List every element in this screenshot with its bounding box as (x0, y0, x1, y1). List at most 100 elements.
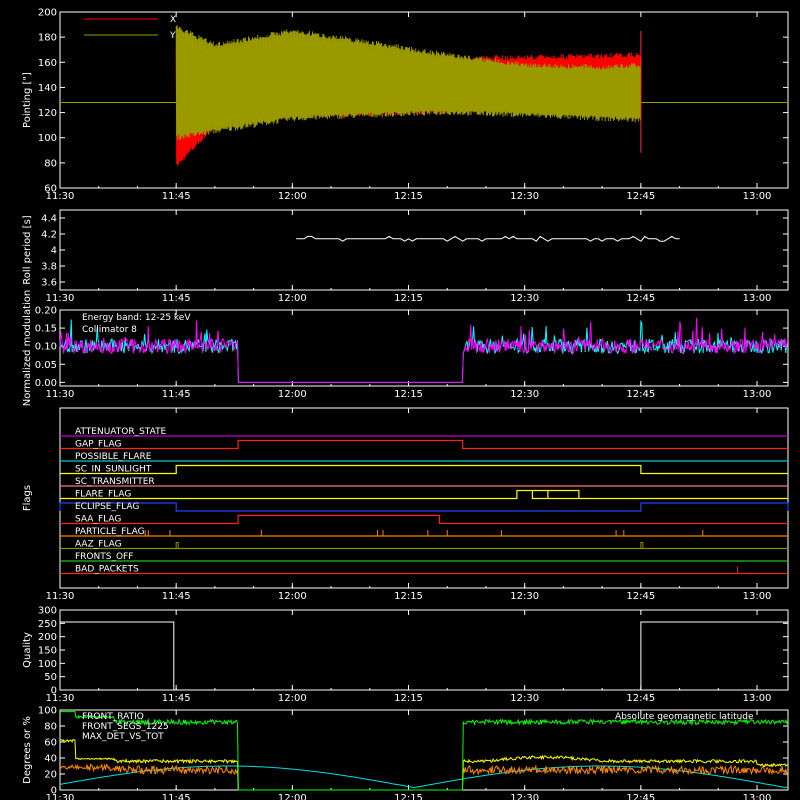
summary-plot: 11:30 11:45 12:00 12:15 12:30 12:45 13:00 60 80 1… (22, 8, 789, 800)
y-tick-label: 140 (38, 83, 57, 94)
x-tick-label: 11:45 (162, 389, 191, 400)
y-tick-label: 0.20 (35, 306, 57, 317)
flag-label-sc-transmitter: SC_TRANSMITTER (75, 477, 155, 487)
y-tick-label: 200 (38, 632, 57, 643)
x-tick-label: 11:45 (162, 591, 191, 602)
y-tick-label: 20 (44, 770, 57, 781)
x-tick-label: 12:15 (394, 591, 423, 602)
x-tick-label: 12:15 (394, 389, 423, 400)
x-tick-label: 13:00 (743, 693, 772, 704)
x-tick-label: 13:00 (743, 191, 772, 202)
x-tick-label: 12:30 (510, 591, 539, 602)
x-tick-label: 11:45 (162, 693, 191, 704)
series-y-line (175, 25, 642, 140)
x-tick-label: 12:45 (626, 191, 655, 202)
y-tick-label: 4.4 (41, 214, 57, 225)
x-tick-label: 12:45 (626, 591, 655, 602)
x-tick-label: 12:30 (510, 191, 539, 202)
x-tick-label: 13:00 (743, 591, 772, 602)
flag-label-gap-flag: GAP_FLAG (75, 440, 121, 450)
x-tick-label: 12:00 (278, 191, 307, 202)
flag-label-bad-packets: BAD_PACKETS (75, 565, 139, 575)
y-tick-label: 250 (38, 619, 57, 630)
x-tick-label: 12:45 (626, 693, 655, 704)
y-tick-label: 80 (44, 722, 57, 733)
flag-line-sc-in-sunlight (60, 464, 788, 475)
x-tick-label: 11:30 (46, 293, 75, 304)
flag-label-aaz-flag: AAZ_FLAG (75, 540, 122, 550)
y-tick-label: 0.00 (35, 378, 57, 389)
y-tick-label: 150 (38, 646, 57, 657)
y-tick-label: 3.6 (41, 278, 57, 289)
y-tick-label: 120 (38, 108, 57, 119)
y-tick-label: 100 (38, 706, 57, 717)
y-tick-label: 60 (44, 738, 57, 749)
y-tick-label: 0.10 (35, 342, 57, 353)
y-tick-label: 0.15 (35, 324, 57, 335)
flag-label-attenuator-state: ATTENUATOR_STATE (75, 427, 167, 437)
flag-line-eclipse-flag (59, 502, 789, 512)
series-front-segs-1225 (60, 711, 789, 791)
x-tick-label: 12:00 (278, 793, 307, 800)
x-tick-label: 12:30 (510, 693, 539, 704)
x-tick-label: 12:00 (278, 389, 307, 400)
y-tick-label: 100 (38, 659, 57, 670)
flag-label-eclipse-flag: ECLIPSE_FLAG (75, 502, 139, 512)
x-tick-label: 12:45 (626, 389, 655, 400)
x-tick-label: 11:30 (46, 591, 75, 602)
x-tick-label: 12:30 (510, 293, 539, 304)
flag-label-sc-in-sunlight: SC_IN_SUNLIGHT (75, 465, 152, 475)
flag-label-particle-flag: PARTICLE_FLAG (75, 527, 145, 537)
legend-label-x: X (170, 15, 176, 25)
x-tick-label: 12:15 (394, 693, 423, 704)
y-tick-label: 200 (38, 8, 57, 19)
series-roll-period-line (296, 235, 680, 242)
y-tick-label: 60 (44, 184, 57, 195)
x-tick-label: 12:45 (626, 793, 655, 800)
y-axis-label: Pointing ["] (22, 72, 33, 128)
panel-frame (59, 209, 789, 291)
x-tick-label: 11:45 (162, 293, 191, 304)
y-tick-label: 160 (38, 58, 57, 69)
x-tick-label: 12:00 (278, 591, 307, 602)
y-tick-label: 180 (38, 33, 57, 44)
x-tick-label: 13:00 (743, 389, 772, 400)
x-tick-label: 12:00 (278, 293, 307, 304)
x-tick-label: 11:45 (162, 191, 191, 202)
series-quality-line (60, 621, 788, 691)
flag-label-saa-flag: SAA_FLAG (75, 515, 121, 525)
legend-label-geomagnetic: Absolute geomagnetic latitude (615, 712, 754, 722)
y-tick-label: 0 (51, 686, 57, 697)
flag-line-flare-flag (60, 489, 788, 500)
legend-label-front-segs: FRONT_SEGS_1225 (82, 722, 169, 732)
y-tick-label: 40 (44, 754, 57, 765)
flag-line-saa-flag (60, 514, 788, 525)
flag-label-possible-flare: POSSIBLE_FLARE (75, 452, 152, 462)
flag-label-fronts-off: FRONTS_OFF (75, 552, 133, 562)
y-axis-label: Normalized modulation (22, 290, 33, 407)
flag-spike-aaz (175, 542, 179, 549)
x-tick-label: 12:15 (394, 293, 423, 304)
y-tick-label: 3.8 (41, 262, 57, 273)
y-axis-label: Roll period [s] (22, 215, 33, 284)
x-tick-label: 12:30 (510, 793, 539, 800)
legend-label-max-det: MAX_DET_VS_TOT (82, 732, 164, 742)
y-tick-label: 80 (44, 158, 57, 169)
x-tick-label: 12:15 (394, 191, 423, 202)
y-tick-label: 0 (51, 786, 57, 797)
x-tick-label: 11:30 (46, 389, 75, 400)
x-tick-label: 13:00 (743, 293, 772, 304)
x-tick-label: 12:15 (394, 793, 423, 800)
series-front-ratio (59, 739, 788, 791)
y-tick-label: 4.2 (41, 230, 57, 241)
flag-spike-aaz (640, 542, 644, 549)
x-tick-label: 12:45 (626, 293, 655, 304)
x-tick-label: 11:45 (162, 793, 191, 800)
y-axis-label: Degrees or % (22, 716, 33, 784)
x-tick-label: 12:00 (278, 693, 307, 704)
x-tick-label: 12:30 (510, 389, 539, 400)
y-tick-label: 300 (38, 606, 57, 617)
x-tick-label: 13:00 (743, 793, 772, 800)
y-axis-label: Flags (22, 485, 33, 511)
legend-label-y: Y (169, 31, 176, 41)
